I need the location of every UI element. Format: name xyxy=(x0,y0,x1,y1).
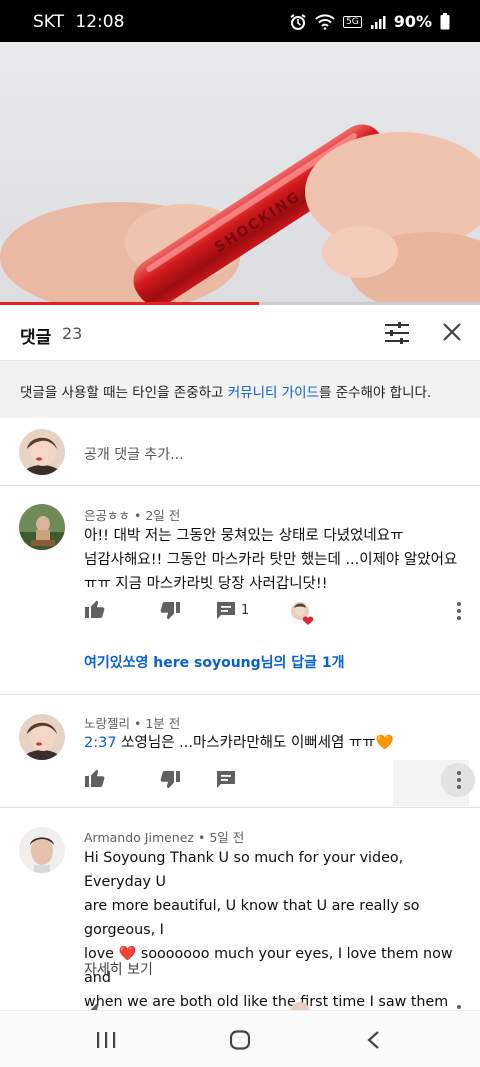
comments-title: 댓글 xyxy=(20,328,52,348)
comment-line: Hi Soyoung Thank U so much for your vide… xyxy=(84,850,404,890)
comment-line: ㅠㅠ 지금 마스카라빗 당장 사러갑니닷!! xyxy=(84,576,328,592)
view-replies-link[interactable]: 여기있쏘영 here soyoung님의 답글 1개 xyxy=(84,652,345,672)
comment-text: 아!! 대박 저는 그동안 뭉쳐있는 상태로 다녔었네요ㅠ 넘감사해요!! 그동… xyxy=(84,524,464,596)
comment-line: 아!! 대박 저는 그동안 뭉쳐있는 상태로 다녔었네요ㅠ xyxy=(84,528,404,544)
back-icon[interactable] xyxy=(366,1030,380,1050)
reply-icon[interactable] xyxy=(214,768,238,792)
status-right: 5G 90% xyxy=(289,12,450,31)
comment-item: Armando Jimenez • 5일 전 Hi Soyoung Thank … xyxy=(0,808,480,1010)
video-timestamp-link[interactable]: 2:37 xyxy=(84,735,117,751)
like-icon[interactable] xyxy=(83,1000,107,1010)
comment-meta: Armando Jimenez • 5일 전 xyxy=(84,827,244,846)
comment-item: 노랑젤리 • 1분 전 2:37 쏘영님은 ...마스카라만해도 이뻐세염 ㅠㅠ… xyxy=(0,695,480,807)
read-more-button[interactable]: 자세히 보기 xyxy=(84,959,153,979)
comment-meta: 은공ㅎㅎ • 2일 전 xyxy=(84,505,180,524)
more-options-icon[interactable] xyxy=(452,768,466,792)
video-frame-image: SHOCKING xyxy=(0,124,480,304)
current-user-avatar xyxy=(19,429,65,475)
comment-line: when we are both old like the first time… xyxy=(84,994,449,1010)
battery-icon xyxy=(440,13,450,30)
comment-author[interactable]: Armando Jimenez xyxy=(84,830,194,845)
comment-text: 2:37 쏘영님은 ...마스카라만해도 이뻐세염 ㅠㅠ🧡 xyxy=(84,731,464,755)
battery-level: 90% xyxy=(393,12,432,31)
recent-apps-icon[interactable] xyxy=(96,1031,116,1049)
status-left: SKT 12:08 xyxy=(33,12,124,32)
add-comment-row[interactable]: 공개 댓글 추가... xyxy=(0,418,480,486)
meta-separator: • xyxy=(194,830,210,845)
wifi-icon xyxy=(315,13,335,30)
reply-count: 1 xyxy=(241,603,250,618)
comment-item: 은공ㅎㅎ • 2일 전 아!! 대박 저는 그동안 뭉쳐있는 상태로 다녔었네요… xyxy=(0,487,480,694)
add-comment-input[interactable]: 공개 댓글 추가... xyxy=(84,444,184,464)
video-player[interactable]: SHOCKING xyxy=(0,42,480,304)
creator-heart-badge xyxy=(290,601,314,625)
signal-icon xyxy=(370,15,386,29)
comment-author[interactable]: 은공ㅎㅎ xyxy=(84,508,130,523)
commenter-avatar[interactable] xyxy=(19,714,65,760)
community-guidelines-notice: 댓글을 사용할 때는 타인을 존중하고 커뮤니티 가이드를 준수해야 합니다. xyxy=(0,361,480,418)
comment-age: 5일 전 xyxy=(209,830,245,845)
community-guidelines-link[interactable]: 커뮤니티 가이드 xyxy=(228,385,319,401)
comments-count: 23 xyxy=(62,324,83,343)
dislike-icon[interactable] xyxy=(158,768,182,792)
clock: 12:08 xyxy=(75,12,125,32)
more-options-icon[interactable] xyxy=(452,1002,466,1010)
network-badge: 5G xyxy=(343,15,362,28)
comment-line: 쏘영님은 ...마스카라만해도 이뻐세염 ㅠㅠ🧡 xyxy=(116,735,394,751)
dislike-icon[interactable] xyxy=(158,599,182,623)
status-bar: SKT 12:08 5G 90% xyxy=(0,0,480,42)
system-nav-bar xyxy=(0,1010,480,1067)
sort-filter-icon[interactable] xyxy=(384,321,410,345)
like-icon[interactable] xyxy=(83,597,107,621)
carrier-label: SKT xyxy=(33,12,65,32)
comment-line: are more beautiful, U know that U are re… xyxy=(84,898,420,938)
commenter-avatar[interactable] xyxy=(19,827,65,873)
meta-separator: • xyxy=(130,716,146,731)
comment-author[interactable]: 노랑젤리 xyxy=(84,716,130,731)
comment-age: 1분 전 xyxy=(145,716,181,731)
comment-line: 넘감사해요!! 그동안 마스카라 탓만 했는데 ...이제야 알았어요 xyxy=(84,552,458,568)
comments-header: 댓글 23 xyxy=(0,305,480,361)
alarm-icon xyxy=(290,13,306,30)
notice-text-prefix: 댓글을 사용할 때는 타인을 존중하고 xyxy=(20,385,228,401)
notice-text-suffix: 를 준수해야 합니다. xyxy=(319,385,432,401)
comment-text: Hi Soyoung Thank U so much for your vide… xyxy=(84,846,464,1010)
like-icon[interactable] xyxy=(83,766,107,790)
home-icon[interactable] xyxy=(229,1030,251,1050)
more-options-icon[interactable] xyxy=(452,599,466,623)
close-icon[interactable] xyxy=(441,321,463,343)
commenter-avatar[interactable] xyxy=(19,504,65,550)
comment-age: 2일 전 xyxy=(145,508,181,523)
reply-icon[interactable] xyxy=(214,599,238,623)
meta-separator: • xyxy=(130,508,146,523)
comment-meta: 노랑젤리 • 1분 전 xyxy=(84,713,180,732)
